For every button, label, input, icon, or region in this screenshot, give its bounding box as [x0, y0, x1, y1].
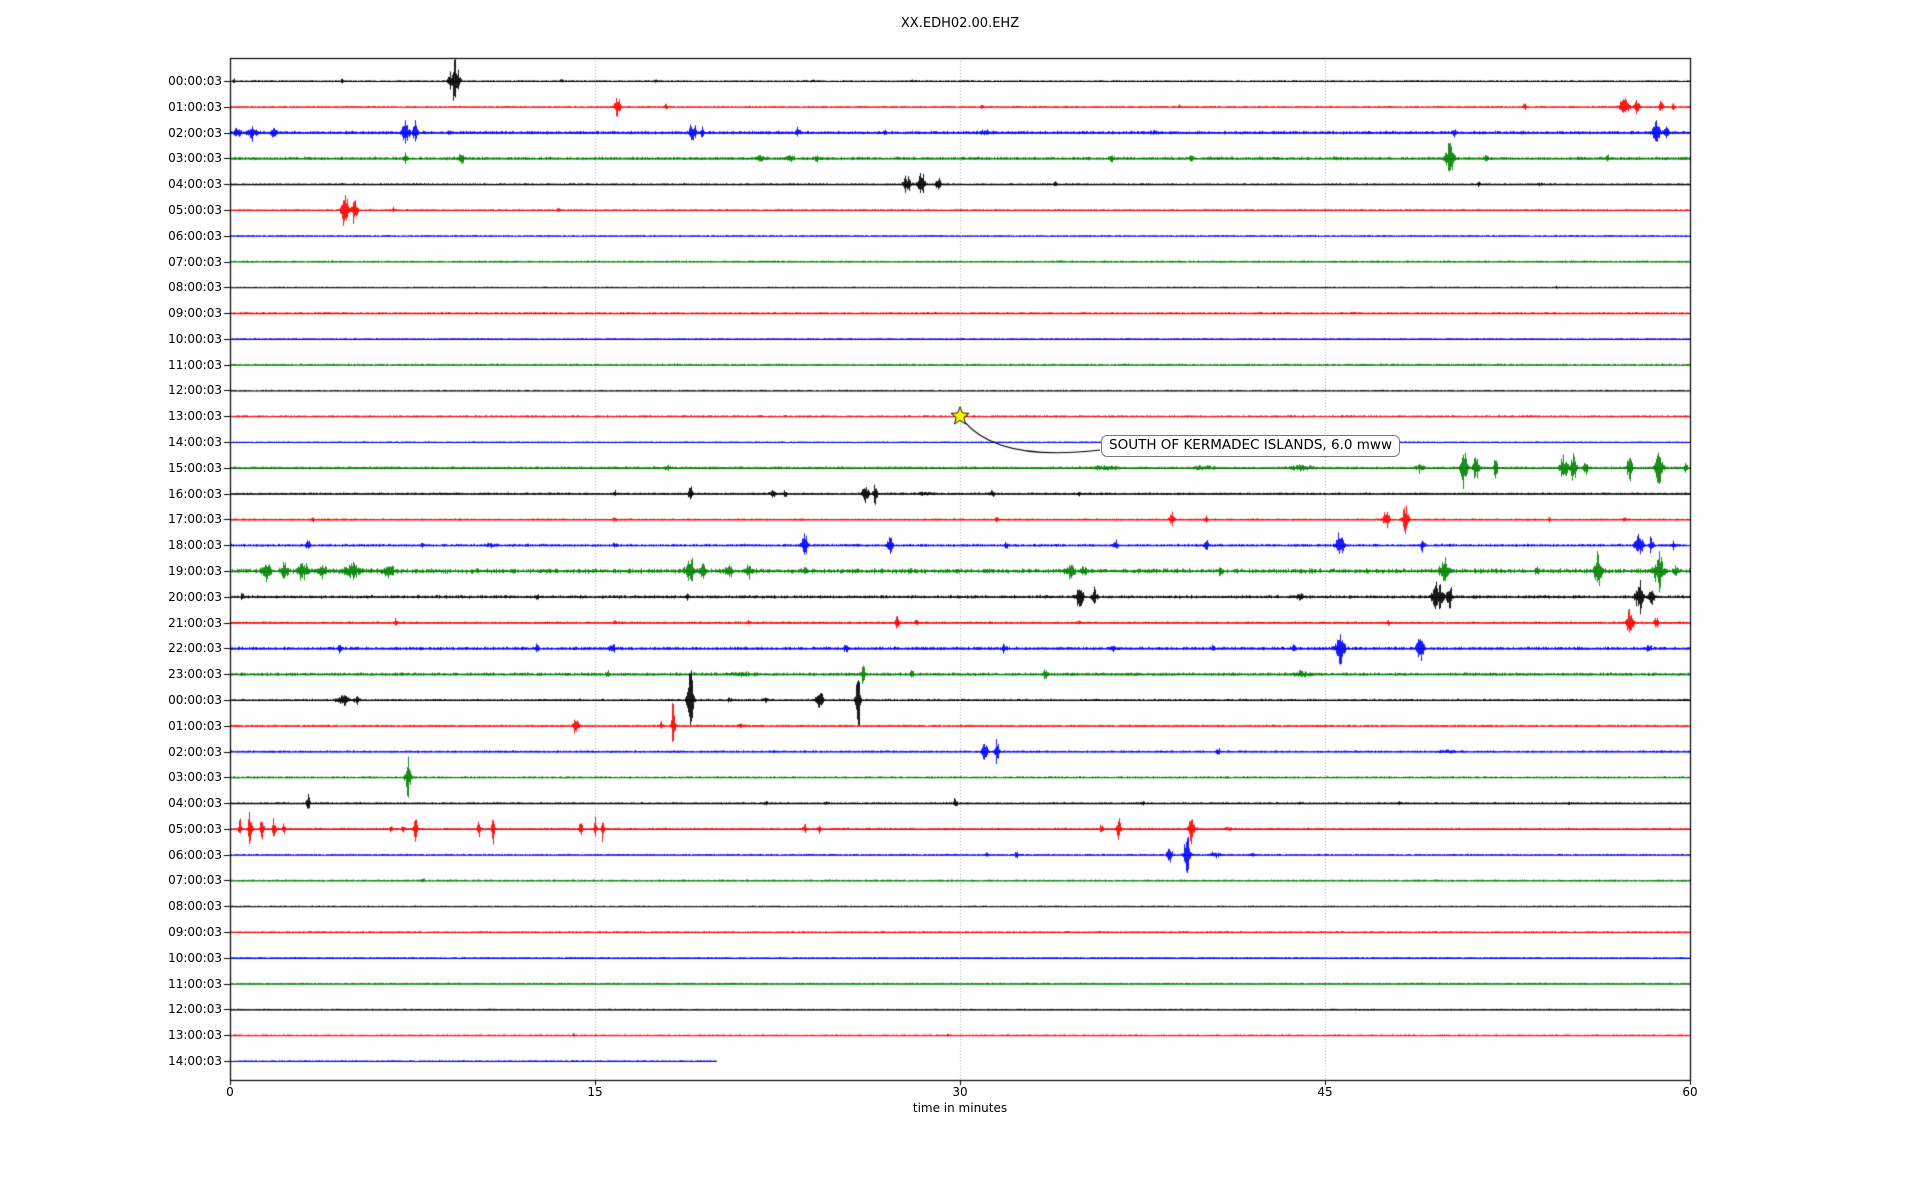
row-label: 03:00:03	[0, 150, 222, 166]
row-label: 12:00:03	[0, 1001, 222, 1017]
y-axis-labels: 00:00:03 01:00:03 02:00:03 03:00:03 04:00:03…	[0, 0, 222, 1200]
row-label: 05:00:03	[0, 202, 222, 218]
row-label: 14:00:03	[0, 434, 222, 450]
row-label: 21:00:03	[0, 615, 222, 631]
x-tick-label: 15	[565, 1085, 625, 1099]
row-label: 16:00:03	[0, 486, 222, 502]
row-label: 07:00:03	[0, 872, 222, 888]
x-axis-label: time in minutes	[230, 1101, 1690, 1115]
row-label: 10:00:03	[0, 331, 222, 347]
x-tick-label: 30	[930, 1085, 990, 1099]
row-label: 09:00:03	[0, 305, 222, 321]
row-label: 06:00:03	[0, 847, 222, 863]
row-label: 14:00:03	[0, 1053, 222, 1069]
row-label: 07:00:03	[0, 254, 222, 270]
row-label: 03:00:03	[0, 769, 222, 785]
event-annotation-label: SOUTH OF KERMADEC ISLANDS, 6.0 mww	[1101, 435, 1400, 457]
row-label: 20:00:03	[0, 589, 222, 605]
x-tick-label: 45	[1295, 1085, 1355, 1099]
row-label: 02:00:03	[0, 744, 222, 760]
row-label: 13:00:03	[0, 408, 222, 424]
x-tick-label: 60	[1660, 1085, 1720, 1099]
row-label: 18:00:03	[0, 537, 222, 553]
row-label: 11:00:03	[0, 976, 222, 992]
row-label: 01:00:03	[0, 718, 222, 734]
helicorder-figure: XX.EDH02.00.EHZ 00:00:03 01:00:03 02:00:03…	[0, 0, 1920, 1200]
row-label: 04:00:03	[0, 795, 222, 811]
row-label: 10:00:03	[0, 950, 222, 966]
row-label: 05:00:03	[0, 821, 222, 837]
seismogram-canvas	[0, 0, 1920, 1200]
row-label: 04:00:03	[0, 176, 222, 192]
row-label: 02:00:03	[0, 125, 222, 141]
row-label: 23:00:03	[0, 666, 222, 682]
row-label: 13:00:03	[0, 1027, 222, 1043]
row-label: 08:00:03	[0, 898, 222, 914]
row-label: 00:00:03	[0, 692, 222, 708]
row-label: 06:00:03	[0, 228, 222, 244]
row-label: 12:00:03	[0, 382, 222, 398]
row-label: 22:00:03	[0, 640, 222, 656]
row-label: 17:00:03	[0, 511, 222, 527]
chart-title: XX.EDH02.00.EHZ	[0, 16, 1920, 31]
row-label: 08:00:03	[0, 279, 222, 295]
x-tick-label: 0	[200, 1085, 260, 1099]
row-label: 11:00:03	[0, 357, 222, 373]
row-label: 00:00:03	[0, 73, 222, 89]
row-label: 09:00:03	[0, 924, 222, 940]
row-label: 15:00:03	[0, 460, 222, 476]
row-label: 01:00:03	[0, 99, 222, 115]
row-label: 19:00:03	[0, 563, 222, 579]
